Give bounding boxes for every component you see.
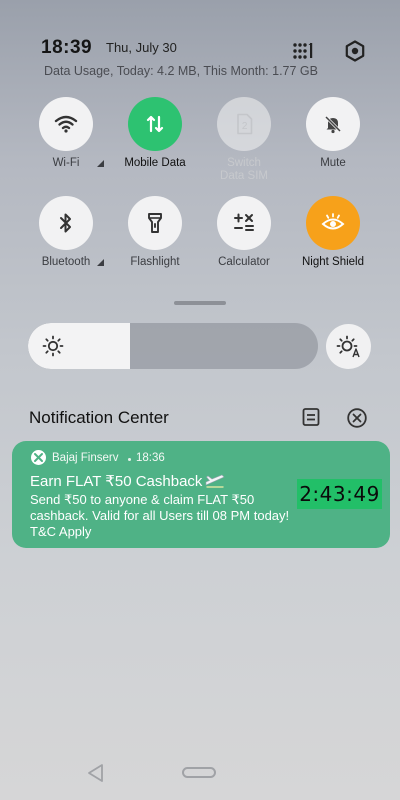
sim-number: 2 xyxy=(242,121,248,132)
airplane-icon xyxy=(205,474,225,488)
tile-label-mobile-data: Mobile Data xyxy=(124,157,186,169)
bluetooth-button[interactable] xyxy=(39,196,93,250)
mute-button[interactable] xyxy=(306,97,360,151)
flashlight-icon xyxy=(148,213,162,233)
notification-app-name: Bajaj Finserv xyxy=(52,452,119,464)
notification-card[interactable]: Bajaj Finserv 18:36 Earn FLAT ₹50 Cashba… xyxy=(12,441,390,548)
tile-mobile-data[interactable]: Mobile Data xyxy=(109,97,201,170)
back-icon[interactable] xyxy=(86,763,106,783)
notification-body: Send ₹50 to anyone & claim FLAT ₹50 cash… xyxy=(30,492,290,539)
sim-2-icon: 2 xyxy=(237,113,253,135)
tile-label-switch-sim: Switch Data SIM xyxy=(220,157,268,182)
tile-label-calculator: Calculator xyxy=(218,256,270,268)
night-shield-button[interactable] xyxy=(306,196,360,250)
gear-icon[interactable] xyxy=(344,40,366,62)
tile-label-flashlight: Flashlight xyxy=(130,256,180,268)
bajaj-finserv-app-icon xyxy=(31,450,46,465)
wifi-icon xyxy=(54,115,78,133)
tile-mute[interactable]: Mute xyxy=(287,97,379,170)
wifi-expand-icon[interactable] xyxy=(97,160,104,167)
auto-brightness-icon xyxy=(336,335,360,357)
tile-switch-sim[interactable]: 2 Switch Data SIM xyxy=(198,97,290,183)
flashlight-button[interactable] xyxy=(128,196,182,250)
panel-drag-handle[interactable] xyxy=(174,301,226,305)
notification-title: Earn FLAT ₹50 Cashback xyxy=(30,473,203,490)
notification-center-title: Notification Center xyxy=(29,408,169,427)
notification-time: 18:36 xyxy=(136,452,165,464)
data-usage-text: Data Usage, Today: 4.2 MB, This Month: 1… xyxy=(44,64,318,78)
eye-icon xyxy=(321,213,345,230)
mobile-data-icon xyxy=(146,115,164,133)
tile-calculator[interactable]: Calculator xyxy=(198,196,290,269)
wifi-button[interactable] xyxy=(39,97,93,151)
app-logo-icon xyxy=(34,453,43,462)
grid-icon[interactable] xyxy=(292,42,316,60)
tile-label-night-shield: Night Shield xyxy=(301,256,364,268)
tile-night-shield[interactable]: Night Shield xyxy=(287,196,379,269)
countdown-timer: 2:43:49 xyxy=(297,479,382,509)
calculator-icon xyxy=(234,213,254,231)
bluetooth-expand-icon[interactable] xyxy=(97,259,104,266)
sun-icon xyxy=(42,335,64,357)
clock-date: Thu, July 30 xyxy=(106,40,177,55)
home-button[interactable] xyxy=(182,767,216,778)
brightness-slider[interactable] xyxy=(28,323,318,369)
tile-flashlight[interactable]: Flashlight xyxy=(109,196,201,269)
separator-dot xyxy=(128,458,131,461)
clock-time: 18:39 xyxy=(41,37,93,58)
mobile-data-button[interactable] xyxy=(128,97,182,151)
bluetooth-icon xyxy=(60,213,71,233)
auto-brightness-button[interactable] xyxy=(326,324,371,369)
tile-label-mute: Mute xyxy=(320,157,346,169)
manage-notifications-icon[interactable] xyxy=(301,407,321,427)
bell-off-icon xyxy=(324,115,342,134)
switch-sim-button[interactable]: 2 xyxy=(217,97,271,151)
clear-all-icon[interactable] xyxy=(346,407,368,429)
calculator-button[interactable] xyxy=(217,196,271,250)
